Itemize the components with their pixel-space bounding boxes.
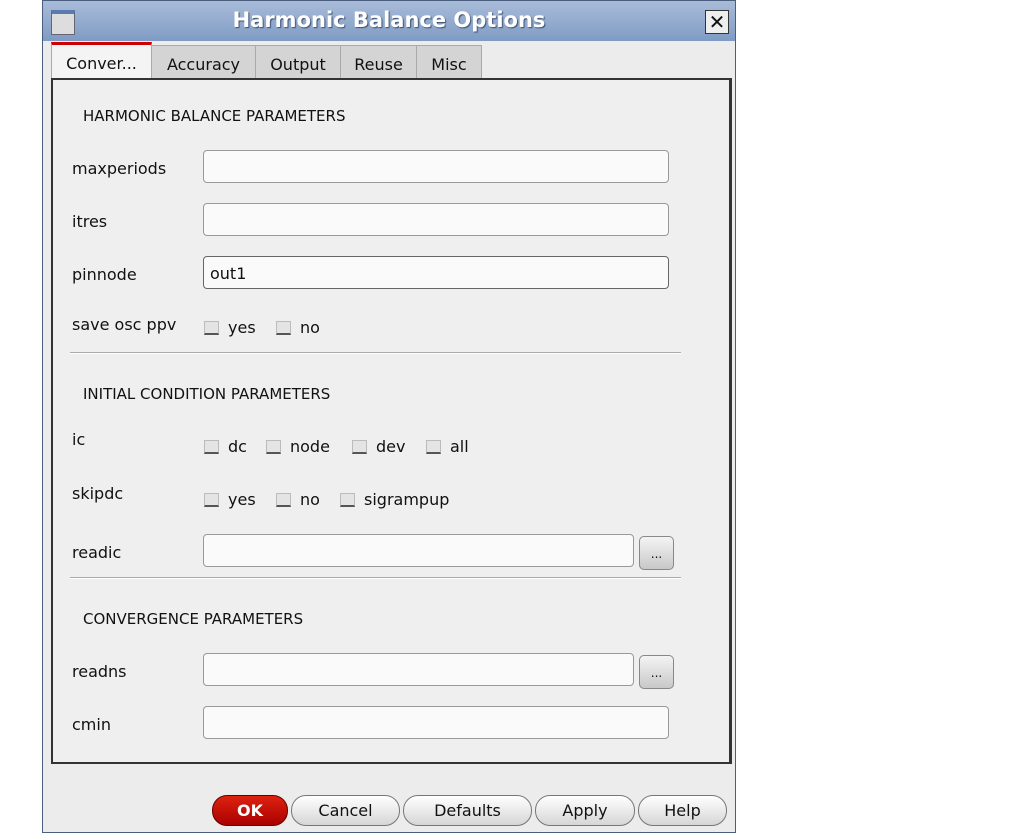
divider: [70, 352, 681, 354]
divider: [70, 577, 681, 579]
itres-label: itres: [72, 212, 108, 231]
apply-button[interactable]: Apply: [535, 795, 635, 826]
readns-label: readns: [72, 662, 127, 681]
skipdc-yes-checkbox[interactable]: yes: [204, 490, 256, 509]
ic-all-checkbox[interactable]: all: [426, 437, 469, 456]
readns-input[interactable]: [203, 653, 634, 686]
checkbox-icon: [204, 320, 219, 335]
checkbox-icon: [204, 439, 219, 454]
pinnode-label: pinnode: [72, 265, 137, 284]
window-title: Harmonic Balance Options: [232, 8, 546, 32]
checkbox-label: dev: [376, 437, 406, 456]
skipdc-no-checkbox[interactable]: no: [276, 490, 320, 509]
cmin-input[interactable]: [203, 706, 669, 739]
maxperiods-label: maxperiods: [72, 159, 167, 178]
checkbox-icon: [276, 320, 291, 335]
section-header-convergence: CONVERGENCE PARAMETERS: [83, 610, 304, 628]
defaults-button[interactable]: Defaults: [403, 795, 532, 826]
section-header-ic: INITIAL CONDITION PARAMETERS: [83, 385, 331, 403]
readic-label: readic: [72, 543, 122, 562]
checkbox-label: yes: [228, 318, 256, 337]
itres-input[interactable]: [203, 203, 669, 236]
checkbox-label: dc: [228, 437, 247, 456]
tab-reuse[interactable]: Reuse: [340, 45, 417, 79]
checkbox-icon: [266, 439, 281, 454]
save-osc-ppv-yes-checkbox[interactable]: yes: [204, 318, 256, 337]
checkbox-label: all: [450, 437, 469, 456]
tab-output[interactable]: Output: [255, 45, 341, 79]
tab-accuracy[interactable]: Accuracy: [151, 45, 256, 79]
ic-dc-checkbox[interactable]: dc: [204, 437, 247, 456]
tab-misc[interactable]: Misc: [416, 45, 482, 79]
readic-input[interactable]: [203, 534, 634, 567]
section-header-hb: HARMONIC BALANCE PARAMETERS: [83, 107, 346, 125]
cancel-button[interactable]: Cancel: [291, 795, 400, 826]
checkbox-label: node: [290, 437, 330, 456]
title-bar[interactable]: Harmonic Balance Options ✕: [43, 1, 735, 41]
pinnode-input[interactable]: out1: [203, 256, 669, 289]
checkbox-icon: [276, 492, 291, 507]
cmin-label: cmin: [72, 715, 111, 734]
readns-browse-button[interactable]: ...: [639, 655, 674, 689]
checkbox-label: yes: [228, 490, 256, 509]
save-osc-ppv-no-checkbox[interactable]: no: [276, 318, 320, 337]
ic-node-checkbox[interactable]: node: [266, 437, 330, 456]
save-osc-ppv-label: save osc ppv: [72, 315, 177, 334]
help-button[interactable]: Help: [638, 795, 727, 826]
checkbox-label: sigrampup: [364, 490, 450, 509]
checkbox-icon: [204, 492, 219, 507]
readic-browse-button[interactable]: ...: [639, 536, 674, 570]
checkbox-icon: [340, 492, 355, 507]
close-icon[interactable]: ✕: [705, 10, 729, 34]
tab-convergence[interactable]: Conver...: [51, 42, 152, 81]
ic-dev-checkbox[interactable]: dev: [352, 437, 405, 456]
checkbox-icon: [426, 439, 441, 454]
checkbox-label: no: [300, 318, 320, 337]
skipdc-label: skipdc: [72, 484, 124, 503]
maxperiods-input[interactable]: [203, 150, 669, 183]
ok-button[interactable]: OK: [212, 795, 288, 826]
checkbox-icon: [352, 439, 367, 454]
checkbox-label: no: [300, 490, 320, 509]
ic-label: ic: [72, 430, 86, 449]
skipdc-sigrampup-checkbox[interactable]: sigrampup: [340, 490, 449, 509]
